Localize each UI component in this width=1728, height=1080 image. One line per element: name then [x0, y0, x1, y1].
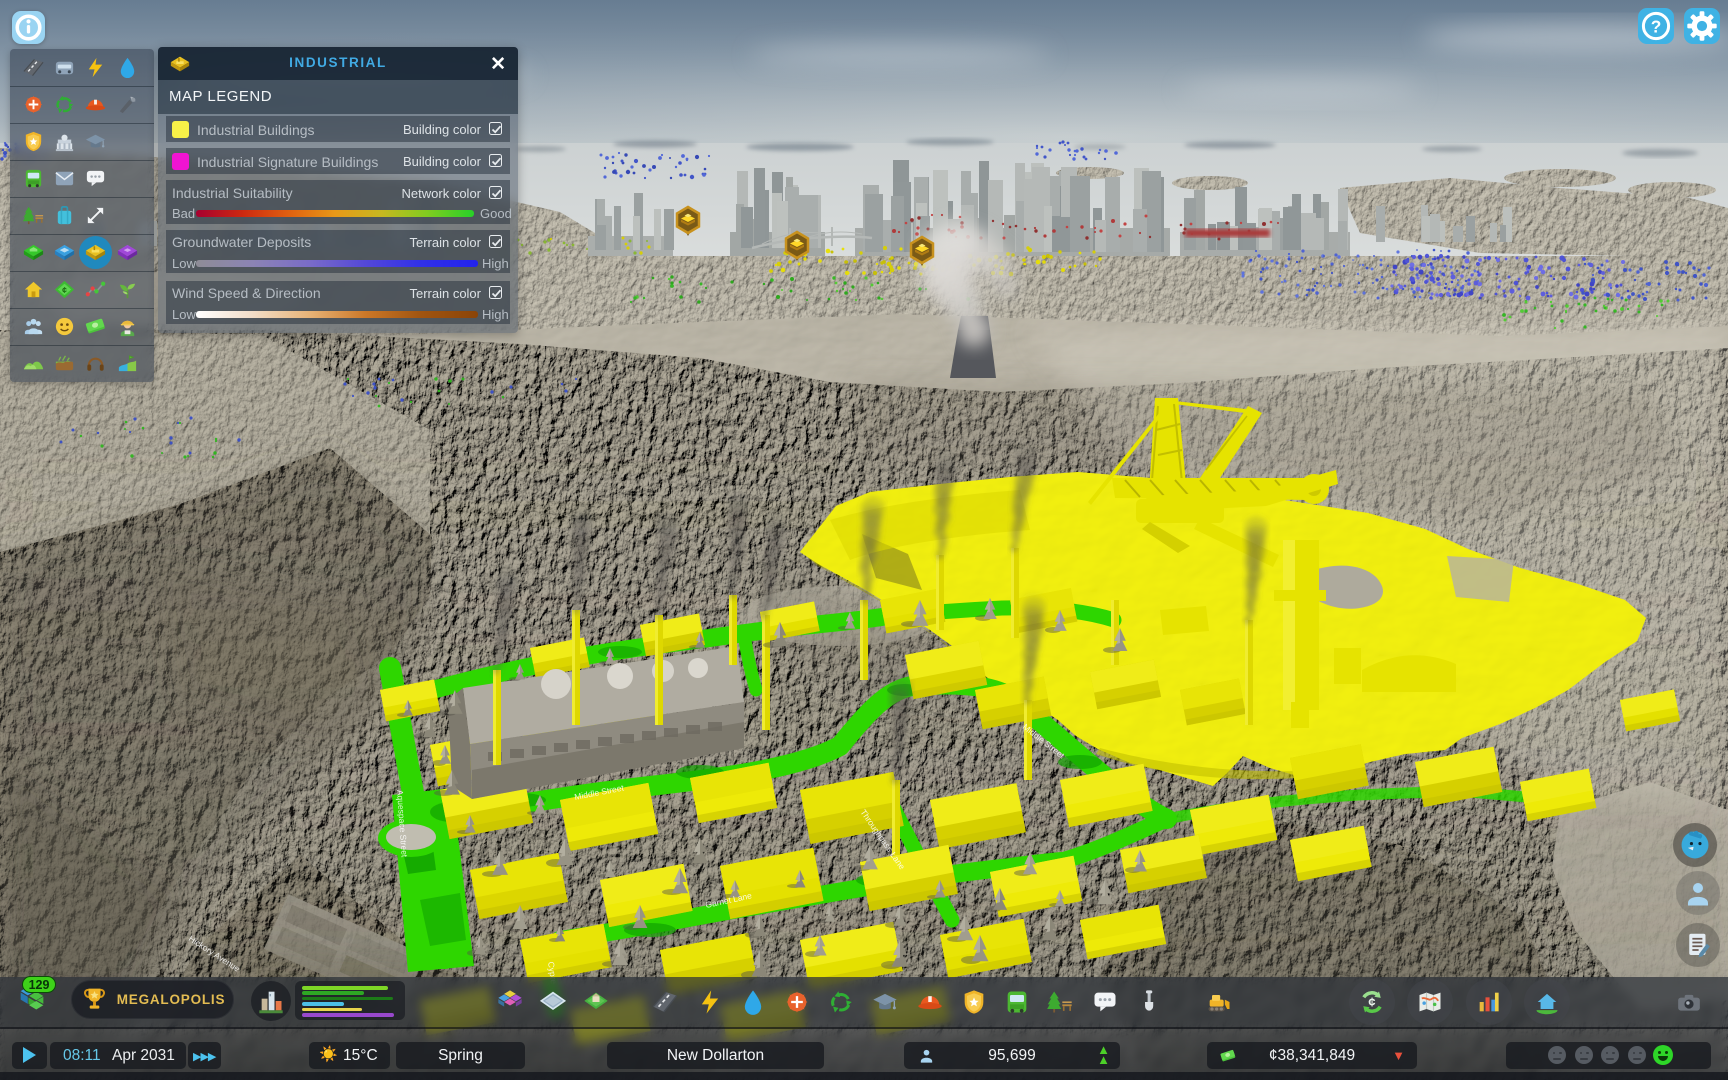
svg-text:¢: ¢ [1368, 995, 1375, 1010]
svg-text:¢: ¢ [62, 285, 67, 295]
svg-text:?: ? [1651, 16, 1662, 36]
